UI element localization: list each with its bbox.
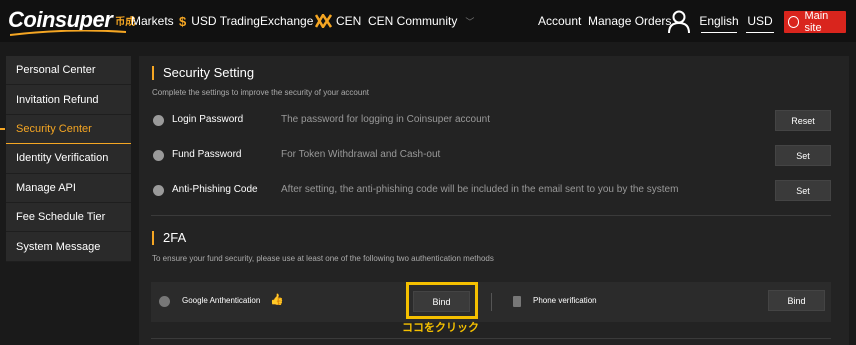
dollar-icon: $ <box>179 13 187 29</box>
click-here-annotation: ココをクリック <box>402 322 479 334</box>
nav-cen-community[interactable]: CEN Community ﹀ <box>368 0 474 42</box>
nav-usd-trading[interactable]: $ USD Trading <box>179 0 260 42</box>
methods-separator <box>491 293 492 311</box>
click-here-highlight-box <box>406 282 478 319</box>
fund-password-desc: For Token Withdrawal and Cash-out <box>281 149 441 160</box>
section-divider <box>151 215 831 216</box>
set-anti-phishing-button[interactable]: Set <box>775 180 831 201</box>
google-auth-icon <box>159 296 170 307</box>
nav-account-label: Account <box>538 14 582 28</box>
nav-exchange[interactable]: Exchange <box>260 0 313 42</box>
anti-phishing-label: Anti-Phishing Code <box>172 184 258 195</box>
currency-label: USD <box>747 13 773 28</box>
bind-phone-button[interactable]: Bind <box>768 290 825 311</box>
sidebar-item-label: Invitation Refund <box>16 93 99 106</box>
sidebar-item-system-message[interactable]: System Message <box>6 232 131 262</box>
phone-icon <box>513 296 521 307</box>
sidebar: Personal Center Invitation Refund Securi… <box>0 56 131 262</box>
login-password-label: Login Password <box>172 114 244 125</box>
nav-cen-community-label: CEN Community <box>368 14 458 28</box>
chevron-down-icon: ﹀ <box>465 16 475 27</box>
set-fund-password-button[interactable]: Set <box>775 145 831 166</box>
lock-icon <box>153 115 164 126</box>
bottom-divider <box>151 338 831 339</box>
logo-swoosh-icon <box>10 30 126 36</box>
sidebar-item-label: Personal Center <box>16 64 96 77</box>
sidebar-item-label: Fee Schedule Tier <box>16 211 106 224</box>
sidebar-item-fee-schedule-tier[interactable]: Fee Schedule Tier <box>6 203 131 233</box>
sidebar-item-label: Manage API <box>16 181 76 194</box>
cen-logo-icon <box>315 14 332 28</box>
coinsuper-logo[interactable]: Coinsuper 币成 <box>8 7 135 36</box>
card-icon <box>153 150 164 161</box>
shield-icon <box>153 185 164 196</box>
sidebar-item-invitation-refund[interactable]: Invitation Refund <box>6 85 131 115</box>
language-selector[interactable]: English <box>699 9 739 33</box>
twofa-methods-row: Google Anthentication 👍 Bind Phone verif… <box>151 282 831 322</box>
sidebar-item-identity-verification[interactable]: Identity Verification <box>6 144 131 174</box>
twofa-title: 2FA <box>152 231 186 245</box>
nav-exchange-label: Exchange <box>260 14 314 28</box>
language-label: English <box>699 13 739 28</box>
google-auth-label: Google Anthentication <box>182 296 261 305</box>
main-site-button[interactable]: Main site <box>784 10 846 34</box>
anti-phishing-desc: After setting, the anti-phishing code wi… <box>281 184 679 195</box>
top-navbar: Coinsuper 币成 Markets $ USD Trading Excha… <box>0 0 856 42</box>
globe-icon <box>788 16 800 28</box>
sidebar-item-personal-center[interactable]: Personal Center <box>6 56 131 86</box>
nav-manage-orders[interactable]: Manage Orders <box>588 0 671 42</box>
nav-markets[interactable]: Markets <box>131 0 174 42</box>
nav-cen[interactable]: CEN <box>315 0 361 42</box>
nav-cen-label: CEN <box>336 14 362 28</box>
logo-text: Coinsuper <box>8 7 113 32</box>
security-panel: Security Setting Complete the settings t… <box>139 56 849 345</box>
sidebar-item-manage-api[interactable]: Manage API <box>6 174 131 203</box>
thumbs-up-icon: 👍 <box>270 294 284 306</box>
sidebar-item-label: Security Center <box>16 122 92 135</box>
fund-password-label: Fund Password <box>172 149 242 160</box>
phone-verification-label: Phone verification <box>533 296 597 305</box>
sidebar-item-label: Identity Verification <box>16 152 109 165</box>
nav-usd-trading-label: USD Trading <box>191 14 260 28</box>
twofa-desc: To ensure your fund security, please use… <box>152 254 494 263</box>
currency-selector[interactable]: USD <box>746 9 774 33</box>
reset-login-password-button[interactable]: Reset <box>775 110 831 131</box>
sidebar-item-label: System Message <box>16 240 101 253</box>
user-icon[interactable] <box>667 9 691 33</box>
security-setting-desc: Complete the settings to improve the sec… <box>152 88 369 97</box>
sidebar-item-security-center[interactable]: Security Center <box>0 115 131 145</box>
nav-account[interactable]: Account <box>538 0 581 42</box>
main-site-label: Main site <box>804 10 829 34</box>
login-password-desc: The password for logging in Coinsuper ac… <box>281 114 491 125</box>
nav-manage-orders-label: Manage Orders <box>588 14 672 28</box>
security-setting-title: Security Setting <box>152 66 254 80</box>
nav-markets-label: Markets <box>131 14 174 28</box>
